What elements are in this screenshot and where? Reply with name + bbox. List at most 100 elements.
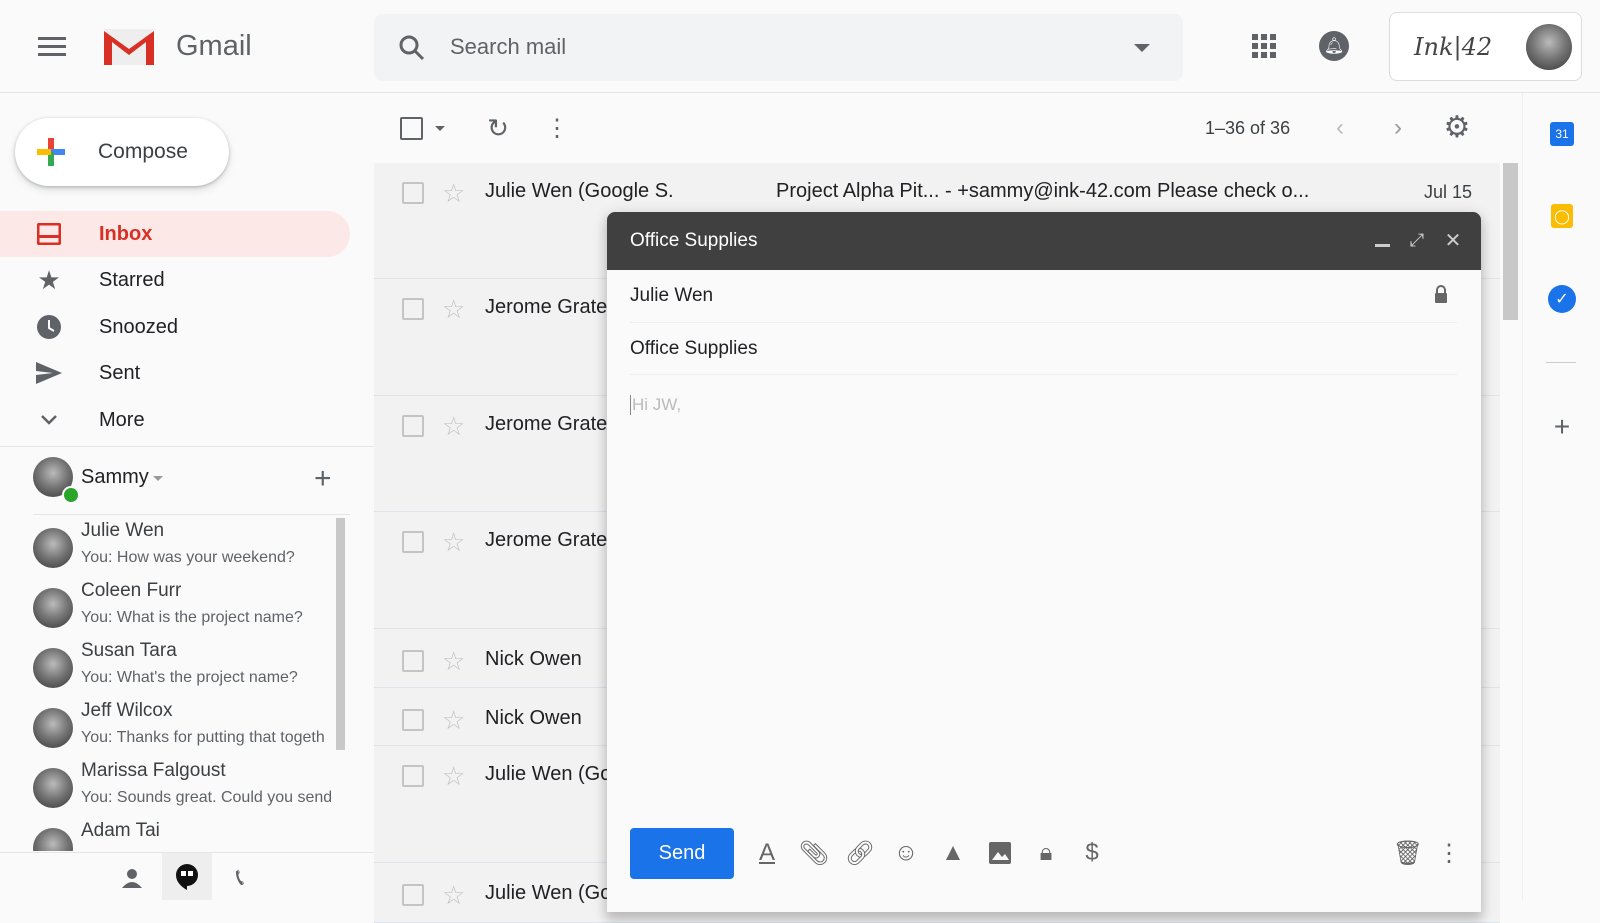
star-icon[interactable]: ☆ [442, 707, 465, 733]
date: Jul 15 [1423, 182, 1472, 202]
notifications-bell-icon[interactable]: 🔔︎ [1319, 31, 1349, 61]
row-checkbox[interactable] [402, 765, 424, 787]
send-button[interactable]: Send [630, 828, 734, 879]
avatar [33, 648, 73, 688]
insert-photo-icon[interactable] [982, 835, 1018, 871]
select-all-checkbox[interactable] [400, 117, 423, 140]
chat-item[interactable]: Marissa Falgoust You: Sounds great. Could… [0, 760, 331, 820]
divider [33, 514, 350, 515]
subject-field[interactable]: Office Supplies [630, 338, 757, 360]
chat-list: Julie Wen You: How was your weekend? Cole… [0, 518, 345, 851]
compose-header[interactable]: Office Supplies ⤢ ✕ [607, 212, 1481, 270]
search-icon[interactable] [396, 32, 428, 64]
avatar [33, 528, 73, 568]
hangouts-chat-icon[interactable] [162, 853, 212, 900]
divider [0, 446, 374, 447]
search-input[interactable]: Search mail [450, 34, 566, 60]
compose-label: Compose [98, 140, 188, 163]
more-compose-options-icon[interactable]: ⋮ [1431, 835, 1467, 871]
gmail-logo[interactable] [102, 27, 156, 72]
discard-trash-icon[interactable]: 🗑︎ [1390, 835, 1426, 871]
sender: Julie Wen (Go [485, 882, 612, 904]
insert-link-icon[interactable]: 🔗︎ [842, 835, 878, 871]
row-checkbox[interactable] [402, 415, 424, 437]
chevron-down-icon [24, 415, 74, 425]
chat-item[interactable]: Susan Tara You: What's the project name? [0, 640, 330, 700]
new-conversation-plus-icon[interactable]: + [314, 462, 332, 496]
avatar [33, 588, 73, 628]
row-checkbox[interactable] [402, 650, 424, 672]
contacts-person-icon[interactable] [118, 864, 146, 892]
status-dropdown-icon[interactable] [153, 476, 163, 481]
confidential-mode-icon[interactable]: 🔒︎ [1028, 835, 1064, 871]
search-bar[interactable]: Search mail [374, 14, 1183, 81]
star-icon[interactable]: ☆ [442, 529, 465, 555]
formatting-options-icon[interactable]: A [749, 835, 785, 871]
account-brand-logo: Ink|42 [1414, 33, 1493, 61]
to-field[interactable]: Julie Wen [630, 285, 713, 307]
mail-list-scrollbar[interactable] [1503, 163, 1518, 320]
sidebar-item-sent[interactable]: Sent [0, 350, 350, 396]
divider [630, 374, 1457, 375]
chat-item[interactable]: Adam Tai [0, 820, 330, 851]
chat-item[interactable]: Jeff Wilcox You: Thanks for putting that … [0, 700, 330, 760]
star-icon[interactable]: ☆ [442, 882, 465, 908]
star-icon[interactable]: ☆ [442, 413, 465, 439]
sidebar-item-snoozed[interactable]: Snoozed [0, 304, 350, 350]
newer-chevron-left-icon[interactable]: ‹ [1328, 114, 1352, 142]
chat-item[interactable]: Coleen Furr You: What is the project name… [0, 580, 330, 640]
minimize-icon[interactable] [1375, 244, 1390, 247]
compose-window: Office Supplies ⤢ ✕ Julie Wen Office Sup… [607, 212, 1481, 912]
more-options-icon[interactable]: ⋮ [545, 114, 569, 142]
sidebar-item-starred[interactable]: ★ Starred [0, 257, 350, 303]
main-menu-icon[interactable] [32, 30, 72, 62]
star-icon[interactable]: ☆ [442, 648, 465, 674]
row-checkbox[interactable] [402, 298, 424, 320]
star-icon: ★ [37, 264, 61, 295]
apps-grid-icon[interactable] [1250, 32, 1278, 60]
hangouts-user-name[interactable]: Sammy [81, 466, 149, 489]
tasks-check-icon[interactable]: ✓ [1548, 285, 1576, 313]
phone-call-icon[interactable]: 📞︎ [226, 864, 254, 892]
older-chevron-right-icon[interactable]: › [1386, 114, 1410, 142]
account-switcher[interactable]: Ink|42 [1389, 12, 1582, 81]
sender: Nick Owen [485, 648, 582, 670]
attach-paperclip-icon[interactable]: 📎︎ [796, 835, 832, 871]
inbox-icon [24, 223, 74, 245]
fullscreen-expand-icon[interactable]: ⤢ [1405, 228, 1429, 252]
star-icon[interactable]: ☆ [442, 296, 465, 322]
send-icon [24, 362, 74, 384]
chat-item[interactable]: Julie Wen You: How was your weekend? [0, 520, 330, 580]
emoji-icon[interactable]: ☺ [888, 835, 924, 871]
sender: Jerome Grate [485, 296, 608, 318]
google-drive-icon[interactable]: ▲ [935, 835, 971, 871]
app-name: Gmail [176, 30, 252, 62]
message-body[interactable]: Hi JW, [630, 395, 681, 415]
settings-gear-icon[interactable]: ⚙ [1442, 111, 1472, 144]
keep-bulb-icon[interactable]: ◯ [1551, 204, 1573, 228]
pagination-label: 1–36 of 36 [1205, 118, 1291, 138]
row-checkbox[interactable] [402, 709, 424, 731]
select-dropdown-icon[interactable] [435, 126, 445, 131]
send-money-dollar-icon[interactable]: $ [1074, 835, 1110, 871]
lock-icon [1431, 282, 1451, 306]
star-icon[interactable]: ☆ [442, 180, 465, 206]
search-options-dropdown-icon[interactable] [1134, 44, 1150, 52]
avatar [33, 768, 73, 808]
refresh-icon[interactable]: ↻ [484, 113, 512, 143]
divider [1546, 362, 1576, 363]
sidebar-item-more[interactable]: More [0, 397, 350, 443]
add-addon-plus-icon[interactable]: + [1548, 411, 1576, 442]
account-avatar[interactable] [1526, 24, 1572, 70]
calendar-icon[interactable]: 31 [1550, 122, 1574, 146]
row-checkbox[interactable] [402, 182, 424, 204]
row-checkbox[interactable] [402, 884, 424, 906]
clock-icon [24, 315, 74, 339]
chat-list-scrollbar[interactable] [336, 518, 345, 750]
compose-button[interactable]: Compose [15, 118, 229, 186]
star-icon[interactable]: ☆ [442, 763, 465, 789]
row-checkbox[interactable] [402, 531, 424, 553]
sender: Jerome Grate [485, 413, 608, 435]
close-icon[interactable]: ✕ [1441, 228, 1465, 252]
sidebar-item-inbox[interactable]: Inbox [0, 211, 350, 257]
